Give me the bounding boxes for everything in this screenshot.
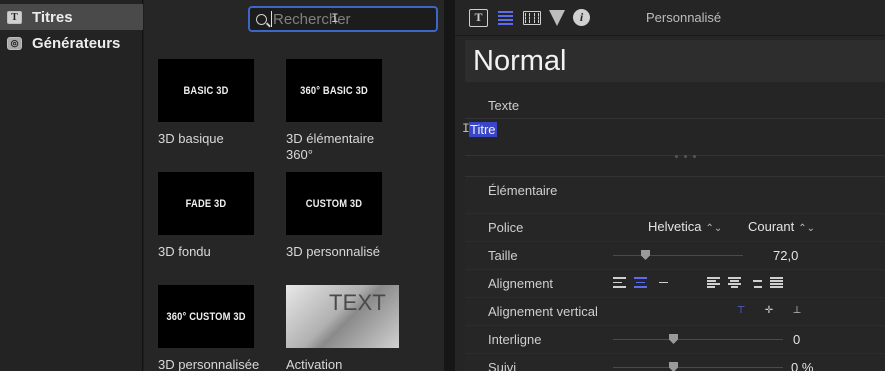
inspector-tab-bar: T i Personnalisé: [455, 0, 885, 36]
vertical-alignment-label: Alignement vertical: [488, 304, 598, 319]
tile-thumbnail: CUSTOM 3D: [286, 172, 383, 235]
title-tile[interactable]: BASIC 3D 3D basique: [158, 59, 286, 147]
slider-knob[interactable]: [641, 250, 650, 260]
tile-name: 3D fondu: [158, 244, 211, 259]
info-tab-icon[interactable]: i: [573, 9, 590, 26]
tracking-row: Suivi 0 %: [465, 353, 885, 371]
title-tile[interactable]: FADE 3D 3D fondu: [158, 172, 286, 260]
tile-name: Activation: [286, 357, 343, 371]
text-section-label: Texte: [488, 98, 520, 113]
tile-name: 3D élémentaire 360°: [286, 131, 375, 162]
slider-knob[interactable]: [669, 362, 678, 371]
size-value[interactable]: 72,0: [773, 248, 798, 263]
line-spacing-row: Interligne 0: [465, 325, 885, 353]
resize-grip-icon[interactable]: [675, 155, 696, 158]
vertical-alignment-row: Alignement vertical ⊤ ✛ ⊥: [465, 297, 885, 325]
title-tile[interactable]: CUSTOM 3D 3D personnalisé: [286, 172, 414, 260]
updown-chevron-icon: ⌃⌄: [705, 223, 723, 234]
justify-right-icon[interactable]: [749, 277, 762, 288]
alignment-label: Alignement: [488, 276, 554, 291]
sidebar-item-label: Titres: [32, 8, 73, 26]
alignment-buttons: [613, 277, 668, 288]
line-spacing-slider[interactable]: [613, 334, 783, 344]
title-tile[interactable]: 360° CUSTOM 3D 3D personnalisée: [158, 285, 286, 371]
text-inspector: T i Personnalisé Normal Texte I Titre Él…: [455, 0, 885, 371]
paragraph-tab-icon[interactable]: [496, 9, 515, 27]
title-tile[interactable]: TEXT Activation: [286, 285, 414, 371]
font-family-value: Helvetica: [648, 219, 702, 234]
tracking-value[interactable]: 0 %: [791, 360, 813, 371]
tracking-label: Suivi: [488, 360, 517, 371]
font-style-value: Courant: [748, 219, 795, 234]
align-left-icon[interactable]: [613, 277, 626, 288]
text-style-preset[interactable]: Normal: [465, 40, 885, 82]
sidebar-item-titles[interactable]: T Titres: [0, 4, 143, 30]
thumbnail-text: CUSTOM 3D: [305, 197, 363, 210]
size-row: Taille 72,0: [465, 241, 885, 269]
tile-thumbnail: 360° CUSTOM 3D: [158, 285, 255, 348]
updown-chevron-icon: ⌃⌄: [798, 223, 816, 234]
tile-thumbnail: 360° BASIC 3D: [286, 59, 383, 122]
basic-section-label: Élémentaire: [488, 183, 558, 198]
justify-buttons: [707, 277, 783, 288]
library-sidebar: T Titres ◎ Générateurs: [0, 0, 143, 371]
thumbnail-text: TEXT: [328, 289, 387, 315]
font-row: Police Helvetica ⌃⌄ Courant ⌃⌄: [465, 213, 885, 241]
thumbnail-text: BASIC 3D: [183, 84, 229, 97]
tile-name: 3D basique: [158, 131, 224, 146]
tile-name: 3D personnalisée: [158, 357, 260, 371]
text-tab-icon[interactable]: T: [469, 8, 488, 27]
tile-name: 3D personnalisé: [286, 244, 380, 259]
font-family-select[interactable]: Helvetica ⌃⌄: [648, 219, 722, 234]
panel-divider[interactable]: [444, 0, 455, 371]
font-label: Police: [488, 220, 524, 235]
text-entry-field[interactable]: [465, 118, 885, 156]
size-slider[interactable]: [613, 250, 743, 260]
align-middle-icon[interactable]: ✛: [762, 304, 776, 318]
thumbnail-text: FADE 3D: [185, 197, 227, 210]
sidebar-item-label: Générateurs: [32, 34, 121, 52]
search-field[interactable]: [248, 6, 438, 32]
align-right-icon[interactable]: [655, 277, 668, 288]
thumbnail-text: 360° BASIC 3D: [300, 84, 368, 97]
generator-icon: ◎: [7, 36, 22, 50]
generator-tab-icon[interactable]: [549, 9, 565, 26]
sidebar-item-generators[interactable]: ◎ Générateurs: [0, 30, 143, 56]
tile-thumbnail: FADE 3D: [158, 172, 255, 235]
font-style-select[interactable]: Courant ⌃⌄: [748, 219, 815, 234]
title-icon: T: [7, 10, 22, 24]
line-spacing-value[interactable]: 0: [793, 332, 800, 347]
tile-thumbnail: BASIC 3D: [158, 59, 255, 122]
align-center-icon[interactable]: [634, 277, 647, 288]
thumbnail-text: 360° CUSTOM 3D: [166, 310, 246, 323]
tracking-slider[interactable]: [613, 362, 783, 371]
slider-knob[interactable]: [669, 334, 678, 344]
tile-thumbnail: TEXT: [286, 285, 399, 348]
text-entry-value[interactable]: Titre: [469, 122, 497, 137]
align-top-icon[interactable]: ⊤: [734, 304, 748, 318]
justify-full-icon[interactable]: [770, 277, 783, 288]
titles-browser: I BASIC 3D 3D basique 360° BASIC 3D 3D é…: [144, 0, 444, 371]
size-label: Taille: [488, 248, 518, 263]
basic-section: Élémentaire Police Helvetica ⌃⌄ Courant ⌃⌄…: [465, 176, 885, 371]
justify-center-icon[interactable]: [728, 277, 741, 288]
inspector-title: Personnalisé: [646, 10, 722, 25]
line-spacing-label: Interligne: [488, 332, 542, 347]
align-bottom-icon[interactable]: ⊥: [790, 304, 804, 318]
alignment-row: Alignement: [465, 269, 885, 297]
ibeam-cursor-icon: I: [331, 11, 339, 26]
video-tab-icon[interactable]: [523, 10, 541, 25]
title-tile[interactable]: 360° BASIC 3D 3D élémentaire 360°: [286, 59, 414, 163]
search-input[interactable]: [273, 10, 423, 28]
search-icon: [256, 13, 267, 25]
justify-left-icon[interactable]: [707, 277, 720, 288]
text-caret: [271, 11, 272, 27]
